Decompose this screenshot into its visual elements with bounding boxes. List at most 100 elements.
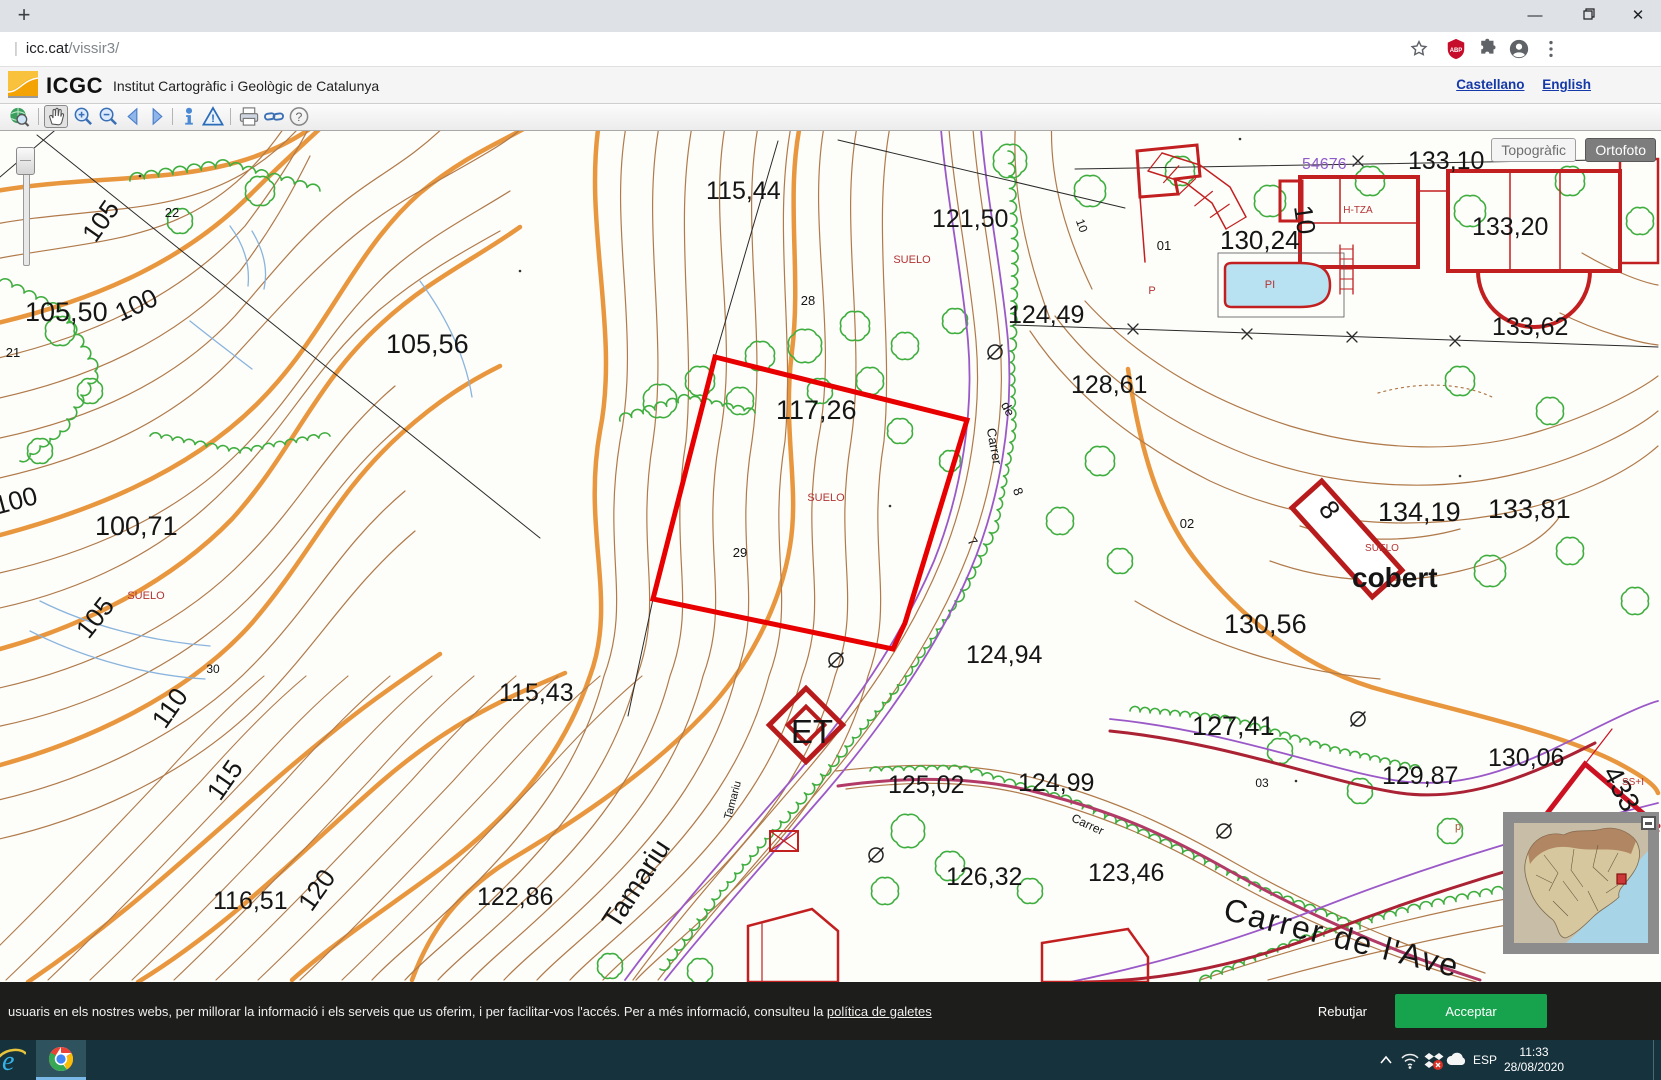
zoom-out-icon[interactable] — [97, 106, 119, 127]
windows-taskbar: e ESP 11:33 28/08/2020 — [0, 1040, 1661, 1080]
accept-cookies-button[interactable]: Acceptar — [1395, 994, 1547, 1028]
wifi-icon[interactable] — [1398, 1040, 1422, 1080]
map-label: 124,94 — [966, 641, 1043, 669]
map-label: 133,20 — [1472, 213, 1548, 241]
permalink-icon[interactable] — [263, 106, 285, 127]
icgc-logo — [8, 71, 38, 98]
map-label: 115,44 — [706, 177, 781, 205]
map-label: p — [1455, 821, 1461, 833]
onedrive-cloud-icon[interactable] — [1444, 1040, 1470, 1080]
adblock-extension-icon[interactable]: ABP — [1445, 38, 1467, 60]
map-label: 54676 — [1302, 156, 1347, 173]
map-label: PI — [1265, 279, 1275, 291]
map-label: 01 — [1157, 238, 1171, 253]
zoom-slider[interactable] — [16, 143, 34, 268]
warning-icon[interactable]: ! — [202, 106, 224, 127]
map-label: SUELO — [1365, 543, 1399, 554]
zoom-slider-handle[interactable] — [16, 147, 35, 175]
url-host: icc.cat — [26, 40, 69, 57]
app-subtitle: Institut Cartogràfic i Geològic de Catal… — [113, 78, 379, 94]
next-view-icon[interactable] — [146, 106, 168, 127]
keyboard-language-indicator[interactable]: ESP — [1470, 1040, 1500, 1080]
toolbar-separator — [38, 108, 39, 125]
map-label: 100,71 — [95, 511, 178, 541]
map-canvas[interactable]: 105,501051002221105,56100,71100105110115… — [0, 131, 1661, 982]
chrome-taskbar-button[interactable] — [36, 1040, 86, 1080]
extensions-puzzle-icon[interactable] — [1477, 38, 1499, 60]
clock-date: 28/08/2020 — [1502, 1060, 1566, 1075]
map-label: 128,61 — [1071, 371, 1147, 399]
map-label: 122,86 — [477, 883, 553, 911]
profile-avatar-icon[interactable] — [1508, 38, 1530, 60]
svg-text:?: ? — [296, 110, 303, 124]
tray-expand-chevron[interactable] — [1374, 1040, 1398, 1080]
cookie-policy-link[interactable]: política de galetes — [827, 1004, 932, 1019]
zoom-in-icon[interactable] — [72, 106, 94, 127]
browser-tabstrip: + — ✕ — [0, 0, 1661, 32]
map-label: 115,43 — [499, 679, 574, 707]
restore-icon — [1583, 8, 1595, 20]
lang-english-link[interactable]: English — [1542, 77, 1591, 92]
overview-zoom-icon[interactable] — [8, 106, 30, 127]
map-label: 123,46 — [1088, 859, 1164, 887]
previous-view-icon[interactable] — [122, 106, 144, 127]
map-label: 133,62 — [1492, 313, 1568, 341]
toolbar-separator — [172, 108, 173, 125]
taskbar-clock[interactable]: 11:33 28/08/2020 — [1502, 1040, 1566, 1080]
reject-cookies-button[interactable]: Rebutjar — [1308, 996, 1377, 1027]
minimap-minimize-button[interactable] — [1641, 816, 1656, 830]
new-tab-button[interactable]: + — [12, 4, 36, 28]
map-label: 116,51 — [213, 887, 288, 915]
map-label: 28 — [801, 293, 815, 308]
overview-minimap[interactable] — [1503, 812, 1659, 954]
pan-hand-icon — [45, 106, 67, 127]
identify-info-icon[interactable] — [178, 106, 200, 127]
window-close-button[interactable]: ✕ — [1615, 0, 1661, 31]
layer-button-ortofoto[interactable]: Ortofoto — [1585, 138, 1656, 162]
lang-castellano-link[interactable]: Castellano — [1456, 77, 1524, 92]
map-label: 124,49 — [1008, 301, 1084, 329]
map-label: 105,50 — [25, 297, 108, 327]
map-label: 125,02 — [888, 771, 964, 799]
minimap-location-marker — [1617, 874, 1626, 884]
map-label: 127,41 — [1192, 711, 1275, 741]
map-toolbar: ! ? — [0, 104, 1661, 131]
window-minimize-button[interactable]: — — [1512, 0, 1558, 31]
svg-text:!: ! — [211, 113, 215, 125]
bookmark-star-icon[interactable] — [1408, 38, 1430, 60]
map-label: 130,06 — [1488, 744, 1564, 772]
layer-button-topografic[interactable]: Topogràfic — [1491, 138, 1576, 162]
map-label: 22 — [165, 205, 179, 220]
pan-tool-button[interactable] — [44, 105, 68, 128]
app-title: ICGC — [46, 73, 103, 99]
map-label: 30 — [206, 662, 220, 676]
window-restore-button[interactable] — [1566, 0, 1612, 31]
print-icon[interactable] — [238, 106, 260, 127]
url-field[interactable]: |icc.cat/vissir3/ — [14, 39, 119, 59]
map-label: 130,56 — [1224, 609, 1307, 639]
map-label: 130,24 — [1220, 225, 1300, 255]
map-label: 126,32 — [946, 863, 1022, 891]
internet-explorer-icon[interactable]: e — [0, 1044, 26, 1076]
map-label: SUELO — [807, 492, 845, 504]
map-label: P — [1148, 285, 1155, 297]
map-label: 02 — [1180, 516, 1194, 531]
toolbar-separator — [230, 108, 231, 125]
map-viewport[interactable]: 105,501051002221105,56100,71100105110115… — [0, 131, 1661, 982]
map-label: 124,99 — [1018, 769, 1094, 797]
map-label: 105,56 — [386, 329, 469, 359]
dropbox-error-icon[interactable] — [1422, 1040, 1446, 1080]
map-label: cobert — [1352, 562, 1438, 593]
text-caret: | — [14, 40, 18, 57]
map-label: 10 — [1288, 203, 1322, 236]
map-label: H-TZA — [1343, 205, 1373, 216]
show-desktop-strip[interactable] — [1653, 1040, 1661, 1080]
map-label: 21 — [6, 345, 20, 360]
map-label: 134,19 — [1378, 497, 1461, 527]
chrome-icon — [48, 1046, 74, 1072]
map-label: ET — [791, 713, 833, 750]
help-icon[interactable]: ? — [288, 106, 310, 127]
map-label: SS+I — [1622, 777, 1644, 788]
clock-time: 11:33 — [1502, 1045, 1566, 1060]
browser-menu-kebab-icon[interactable] — [1540, 38, 1562, 60]
